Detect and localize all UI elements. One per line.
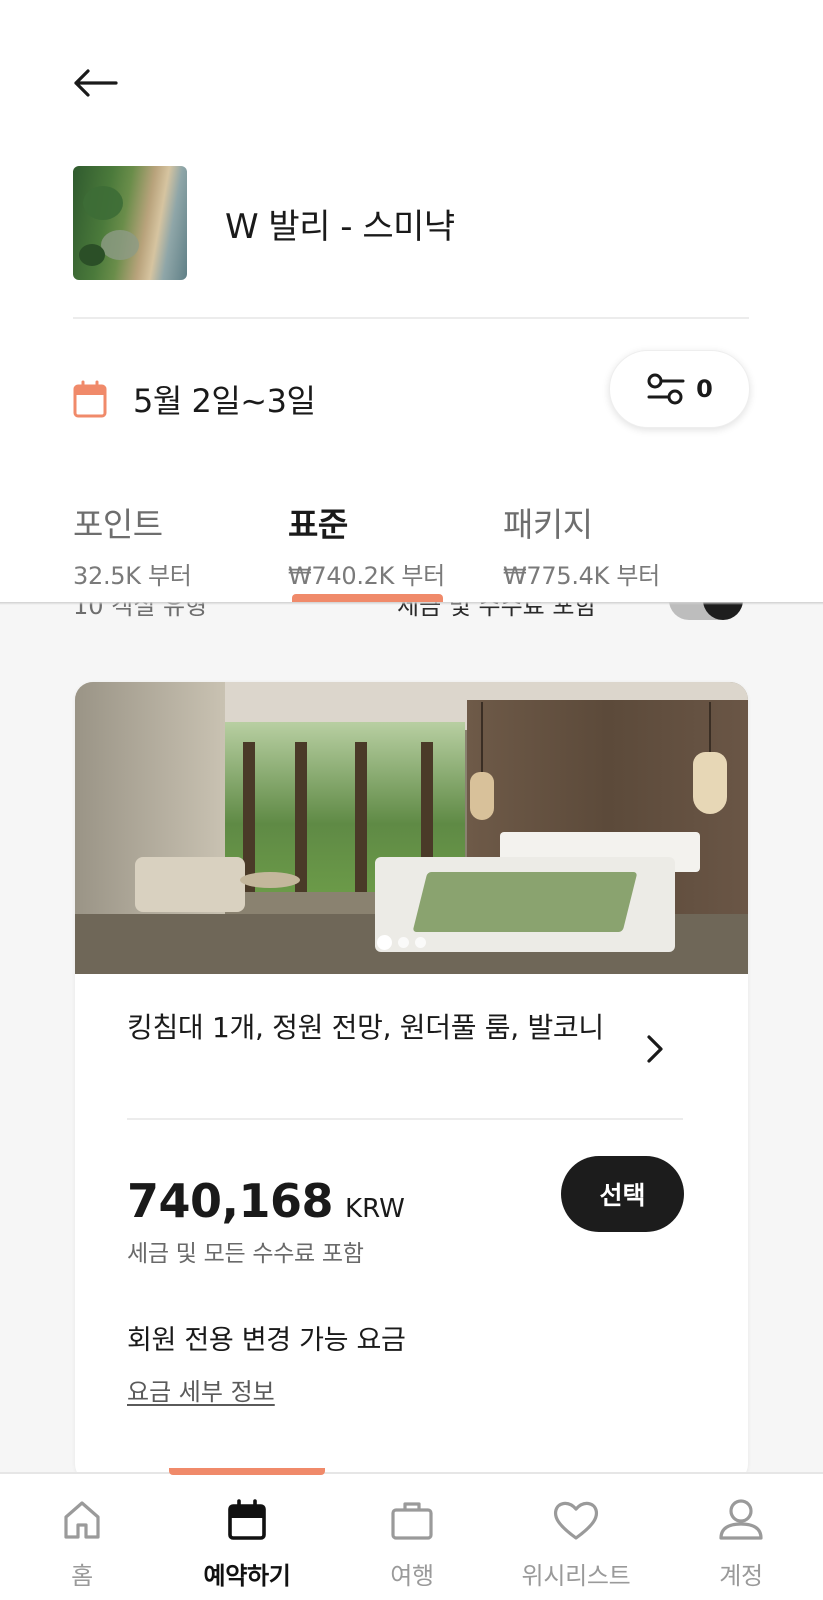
room-price: 740,168 KRW — [127, 1174, 405, 1228]
tab-standard[interactable]: 표준 ₩740.2K 부터 — [288, 498, 445, 591]
calendar-icon — [73, 380, 107, 418]
tab-package[interactable]: 패키지 ₩775.4K 부터 — [503, 498, 660, 591]
person-icon — [719, 1499, 763, 1540]
calendar-icon — [228, 1499, 266, 1540]
select-button[interactable]: 선택 — [561, 1156, 684, 1232]
results-summary: 10 객실 유형 세금 및 수수료 포함 — [73, 602, 749, 626]
tab-label: 패키지 — [503, 505, 593, 544]
room-photo-carousel[interactable] — [75, 682, 748, 974]
price-currency: KRW — [345, 1194, 405, 1224]
filter-count: 0 — [696, 375, 713, 403]
booking-header: W 발리 - 스미냑 5월 2일~3일 0 포인트 32.5K 부터 표준 ₩7… — [0, 0, 823, 602]
hotel-thumbnail — [73, 166, 187, 280]
active-tab-indicator — [292, 594, 443, 602]
filter-icon — [647, 373, 685, 405]
chevron-right-icon[interactable] — [644, 1034, 666, 1064]
tab-price: 32.5K 부터 — [73, 562, 192, 590]
nav-label: 계정 — [719, 1562, 763, 1590]
nav-label: 예약하기 — [203, 1562, 291, 1590]
nav-trips[interactable]: 여행 — [332, 1496, 492, 1591]
nav-account[interactable]: 계정 — [661, 1496, 821, 1591]
carousel-dot[interactable] — [377, 935, 392, 950]
carousel-dots[interactable] — [377, 935, 426, 950]
room-title: 킹침대 1개, 정원 전망, 원더풀 룸, 발코니 — [127, 1011, 604, 1044]
room-list[interactable]: 10 객실 유형 세금 및 수수료 포함 킹침대 1개, 정원 전망, 원더풀 … — [0, 602, 823, 1472]
hotel-name: W 발리 - 스미냑 — [225, 206, 455, 247]
date-range: 5월 2일~3일 — [133, 382, 316, 420]
home-icon — [64, 1501, 100, 1539]
nav-home[interactable]: 홈 — [2, 1496, 162, 1591]
hotel-summary[interactable]: W 발리 - 스미냑 — [73, 166, 455, 280]
nav-label: 여행 — [390, 1562, 434, 1590]
tab-label: 포인트 — [73, 505, 163, 544]
nav-label: 위시리스트 — [521, 1562, 631, 1590]
nav-booking[interactable]: 예약하기 — [167, 1496, 327, 1591]
nav-label: 홈 — [71, 1562, 93, 1590]
tab-price: ₩740.2K 부터 — [288, 562, 445, 590]
active-nav-indicator — [169, 1468, 325, 1475]
room-card: 킹침대 1개, 정원 전망, 원더풀 룸, 발코니 740,168 KRW 세금… — [75, 682, 748, 1472]
card-divider — [127, 1118, 683, 1120]
date-selector[interactable]: 5월 2일~3일 — [73, 376, 316, 422]
tab-price: ₩775.4K 부터 — [503, 562, 660, 590]
suitcase-icon — [391, 1502, 433, 1540]
price-note: 세금 및 모든 수수료 포함 — [127, 1241, 364, 1267]
room-details-link[interactable]: 킹침대 1개, 정원 전망, 원더풀 룸, 발코니 — [127, 1008, 687, 1048]
filter-button[interactable]: 0 — [609, 350, 750, 428]
carousel-dot[interactable] — [398, 937, 409, 948]
bottom-navigation: 홈 예약하기 여행 위시리스트 계정 — [0, 1468, 823, 1600]
arrow-left-icon — [74, 69, 118, 97]
header-shadow — [0, 602, 823, 605]
nav-wishlist[interactable]: 위시리스트 — [496, 1496, 656, 1591]
rate-name: 회원 전용 변경 가능 요금 — [127, 1325, 406, 1356]
tab-label: 표준 — [288, 505, 348, 544]
header-divider — [73, 317, 749, 319]
price-amount: 740,168 — [127, 1174, 334, 1228]
rate-details-link[interactable]: 요금 세부 정보 — [127, 1372, 275, 1407]
tab-points[interactable]: 포인트 32.5K 부터 — [73, 498, 192, 591]
heart-icon — [553, 1501, 599, 1540]
back-button[interactable] — [72, 58, 132, 108]
carousel-dot[interactable] — [415, 937, 426, 948]
